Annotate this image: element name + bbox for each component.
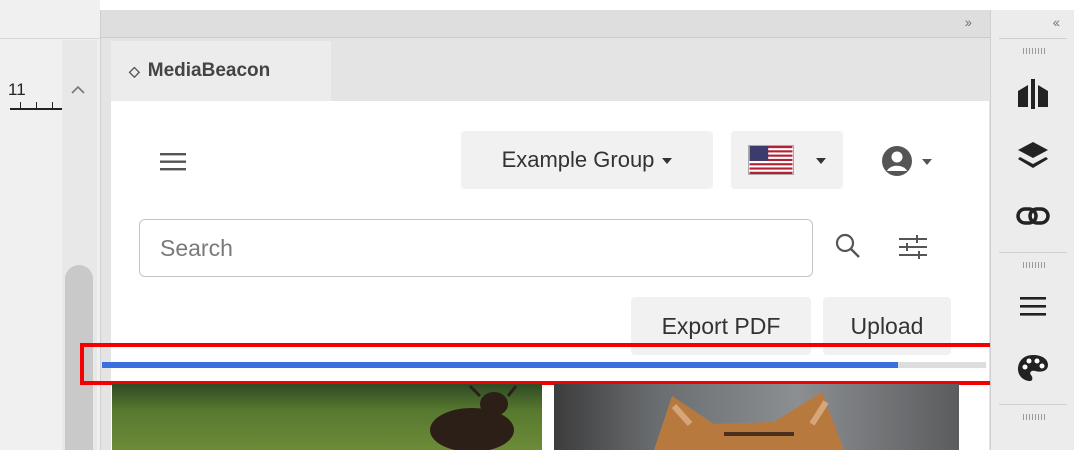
cat-image: [654, 392, 844, 450]
group-dropdown-button[interactable]: Example Group: [461, 131, 713, 189]
caret-down-icon: [662, 158, 673, 164]
caret-down-icon: [922, 159, 932, 165]
grip-handle[interactable]: [1023, 414, 1045, 420]
toolbar-divider: [999, 404, 1067, 405]
group-label: Example Group: [501, 147, 655, 172]
layers-icon[interactable]: [1013, 136, 1053, 176]
language-dropdown-button[interactable]: [731, 131, 843, 189]
search-button[interactable]: [831, 229, 865, 263]
sliders-icon: [899, 235, 927, 259]
cloud-sync-icon[interactable]: [1013, 74, 1053, 114]
menu-lines-icon[interactable]: [1013, 286, 1053, 326]
collapse-panel-button[interactable]: ››: [965, 14, 972, 30]
highlight-box: [80, 343, 1002, 385]
link-icon[interactable]: [1013, 196, 1053, 236]
panel-top-bar: ››: [101, 10, 990, 38]
tab-title: MediaBeacon: [147, 60, 271, 81]
right-toolbar: ‹‹: [990, 10, 1074, 450]
grip-handle[interactable]: [1023, 262, 1045, 268]
tab-mediabeacon[interactable]: ◇ MediaBeacon: [111, 41, 331, 101]
account-menu-button[interactable]: [871, 139, 941, 183]
asset-thumbnail[interactable]: [554, 384, 959, 450]
hamburger-menu-button[interactable]: [155, 148, 191, 176]
ruler-tick: [52, 102, 53, 109]
tab-chevron-icon: ◇: [129, 62, 140, 79]
collapse-toolbar-button[interactable]: ‹‹: [1053, 14, 1060, 30]
ruler-tick: [20, 102, 21, 109]
gutter-divider: [0, 38, 100, 39]
us-flag-icon: [748, 145, 794, 175]
caret-down-icon: [816, 158, 826, 164]
grip-handle[interactable]: [1023, 48, 1045, 54]
ruler-tick: [36, 102, 37, 109]
filter-settings-button[interactable]: [895, 229, 931, 265]
moose-image: [430, 384, 518, 450]
search-icon: [835, 233, 860, 258]
toolbar-divider: [999, 252, 1067, 253]
ruler-number: 11: [8, 80, 26, 99]
toolbar-divider: [999, 38, 1067, 39]
asset-thumbnail[interactable]: [112, 384, 542, 450]
scroll-up-arrow-icon[interactable]: [66, 80, 90, 100]
user-circle-icon: [882, 146, 912, 176]
palette-icon[interactable]: [1013, 348, 1053, 388]
search-input[interactable]: [139, 219, 813, 277]
hamburger-icon: [160, 153, 186, 171]
